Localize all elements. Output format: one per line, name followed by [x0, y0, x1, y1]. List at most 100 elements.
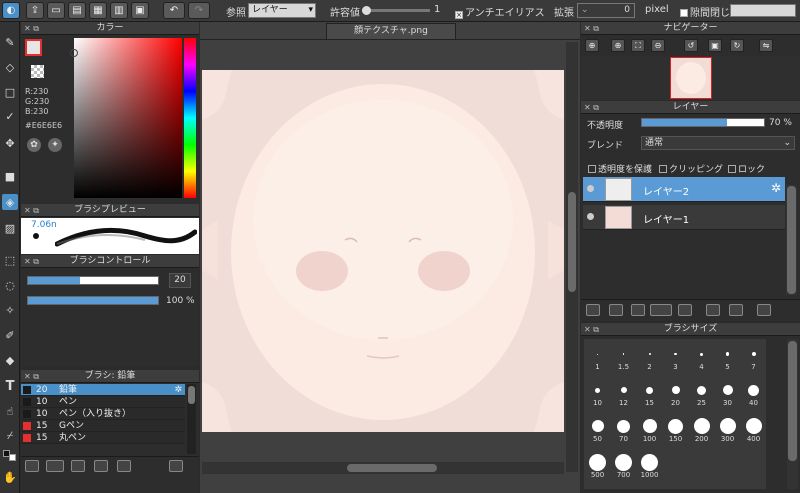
brush-size-option[interactable]: 10 — [587, 381, 608, 413]
close-panel-icon[interactable]: ✕ ⧉ — [24, 22, 39, 35]
fill-rect-tool-icon[interactable]: ■ — [2, 168, 18, 184]
brush-opacity-slider[interactable] — [27, 296, 159, 305]
folder-icon[interactable] — [94, 460, 108, 472]
lock-checkbox[interactable]: ロック — [728, 162, 765, 175]
scrollbar-thumb[interactable] — [787, 186, 796, 294]
brush-size-value[interactable]: 20 — [169, 273, 191, 288]
reset-view-icon[interactable]: ▣ — [708, 39, 722, 52]
layer-menu-icon[interactable] — [650, 304, 672, 316]
document-icon[interactable]: ▦ — [89, 2, 107, 19]
panel-layout-icon[interactable]: ▥ — [110, 2, 128, 19]
app-logo-icon[interactable]: ◐ — [2, 2, 20, 19]
brush-list-item[interactable]: 10 ペン（入り抜き） — [21, 408, 185, 420]
canvas-horizontal-scrollbar[interactable] — [202, 462, 564, 474]
file-icon[interactable]: ▤ — [68, 2, 86, 19]
brush-size-option[interactable]: 700 — [613, 453, 634, 485]
rect-select-tool-icon[interactable]: ⬚ — [2, 252, 18, 268]
move-tool-icon[interactable]: ✥ — [2, 135, 18, 151]
close-panel-icon[interactable]: ✕ ⧉ — [24, 370, 39, 383]
visibility-eye-icon[interactable] — [587, 185, 594, 192]
foreground-color-swatch[interactable] — [25, 39, 42, 56]
redo-icon[interactable]: ↷ — [188, 2, 210, 19]
close-panel-icon[interactable]: ✕ ⧉ — [24, 204, 39, 217]
brush-size-option[interactable]: 5 — [717, 345, 738, 377]
saturation-value-picker[interactable] — [70, 38, 182, 198]
brush-size-option[interactable]: 20 — [665, 381, 686, 413]
text-tool-icon[interactable]: T — [2, 378, 18, 394]
ref-select[interactable]: レイヤー ▾ — [248, 3, 316, 18]
zoom-in-icon[interactable]: ⊕ — [611, 39, 625, 52]
color-picker-cursor[interactable] — [70, 49, 78, 57]
close-panel-icon[interactable]: ✕ ⧉ — [584, 101, 599, 114]
brush-size-option[interactable]: 25 — [691, 381, 712, 413]
palette-icon[interactable]: ✿ — [27, 138, 41, 152]
scrollbar-thumb[interactable] — [188, 386, 195, 404]
brush-size-option[interactable]: 400 — [743, 417, 764, 449]
rotate-right-icon[interactable]: ↻ — [730, 39, 744, 52]
duplicate-icon[interactable] — [117, 460, 131, 472]
brush-list-item[interactable]: 20 鉛筆 ✲ — [21, 384, 185, 396]
new-8bit-layer-icon[interactable] — [631, 304, 645, 316]
delete-layer-icon[interactable] — [757, 304, 771, 316]
brush-size-option[interactable]: 30 — [717, 381, 738, 413]
secondary-color-swatch[interactable] — [9, 454, 16, 461]
tolerance-slider-knob[interactable] — [362, 6, 371, 15]
select-check-icon[interactable]: ✓ — [2, 108, 18, 124]
brush-menu-icon[interactable] — [46, 460, 64, 472]
rotate-left-icon[interactable]: ↺ — [684, 39, 698, 52]
hand-tool-icon[interactable]: ☝ — [2, 403, 18, 419]
layer-list-scrollbar[interactable] — [786, 185, 797, 295]
lasso-tool-icon[interactable]: ◌ — [2, 277, 18, 293]
rectangle-tool-icon[interactable]: □ — [2, 84, 18, 100]
brush-size-option[interactable]: 4 — [691, 345, 712, 377]
brush-size-option[interactable]: 15 — [639, 381, 660, 413]
bucket-fill-tool-icon[interactable]: ◈ — [2, 194, 18, 210]
close-gap-checkbox[interactable]: 隙間閉じ — [680, 4, 730, 19]
new-halftone-layer-icon[interactable] — [609, 304, 623, 316]
brush-size-option[interactable]: 1.5 — [613, 345, 634, 377]
comment-icon[interactable]: ▭ — [47, 2, 65, 19]
new-layer-icon[interactable] — [586, 304, 600, 316]
layers-icon[interactable]: ▣ — [131, 2, 149, 19]
brush-settings-icon[interactable] — [71, 460, 85, 472]
brush-size-option[interactable]: 3 — [665, 345, 686, 377]
close-panel-icon[interactable]: ✕ ⧉ — [584, 323, 599, 336]
trash-icon[interactable] — [169, 460, 183, 472]
fit-screen-icon[interactable]: ⛶ — [631, 39, 645, 52]
antialias-checkbox[interactable]: × アンチエイリアス — [455, 4, 545, 19]
scrollbar-thumb[interactable] — [568, 192, 576, 292]
face-texture-canvas[interactable] — [202, 70, 564, 432]
layer-item[interactable]: レイヤー1 — [583, 205, 785, 230]
scrollbar-thumb[interactable] — [347, 464, 437, 472]
brush-size-option[interactable]: 40 — [743, 381, 764, 413]
brush-size-option[interactable]: 150 — [665, 417, 686, 449]
brush-list-item[interactable]: 15 丸ペン — [21, 432, 185, 444]
brush-size-option[interactable]: 300 — [717, 417, 738, 449]
tolerance-slider[interactable] — [362, 6, 430, 15]
brush-size-option[interactable]: 1000 — [639, 453, 660, 485]
brush-size-option[interactable]: 70 — [613, 417, 634, 449]
expand-input[interactable]: ⌄ 0 — [577, 3, 635, 18]
close-panel-icon[interactable]: ✕ ⧉ — [584, 22, 599, 35]
brush-size-option[interactable]: 500 — [587, 453, 608, 485]
brush-size-option[interactable]: 100 — [639, 417, 660, 449]
brush-list-item[interactable]: 10 ペン — [21, 396, 185, 408]
flip-horizontal-icon[interactable]: ⇋ — [759, 39, 773, 52]
clipping-checkbox[interactable]: クリッピング — [659, 162, 723, 175]
layer-folder-icon[interactable] — [678, 304, 692, 316]
canvas-vertical-scrollbar[interactable] — [566, 42, 578, 472]
hue-slider[interactable] — [184, 38, 196, 198]
layer-opacity-slider[interactable] — [641, 118, 765, 127]
undo-icon[interactable]: ↶ — [163, 2, 185, 19]
select-pen-tool-icon[interactable]: ✐ — [2, 327, 18, 343]
zoom-in-icon[interactable]: ⊕ — [585, 39, 599, 52]
eraser-tool-icon[interactable]: ◇ — [2, 59, 18, 75]
visibility-eye-icon[interactable] — [587, 213, 594, 220]
hand-pan-icon[interactable]: ✋ — [2, 469, 18, 485]
add-brush-icon[interactable] — [25, 460, 39, 472]
brush-size-option[interactable]: 50 — [587, 417, 608, 449]
brush-size-option[interactable]: 12 — [613, 381, 634, 413]
layer-item[interactable]: レイヤー2 ✲ — [583, 177, 785, 202]
brush-list-item[interactable]: 15 Gペン — [21, 420, 185, 432]
merge-layer-icon[interactable] — [729, 304, 743, 316]
